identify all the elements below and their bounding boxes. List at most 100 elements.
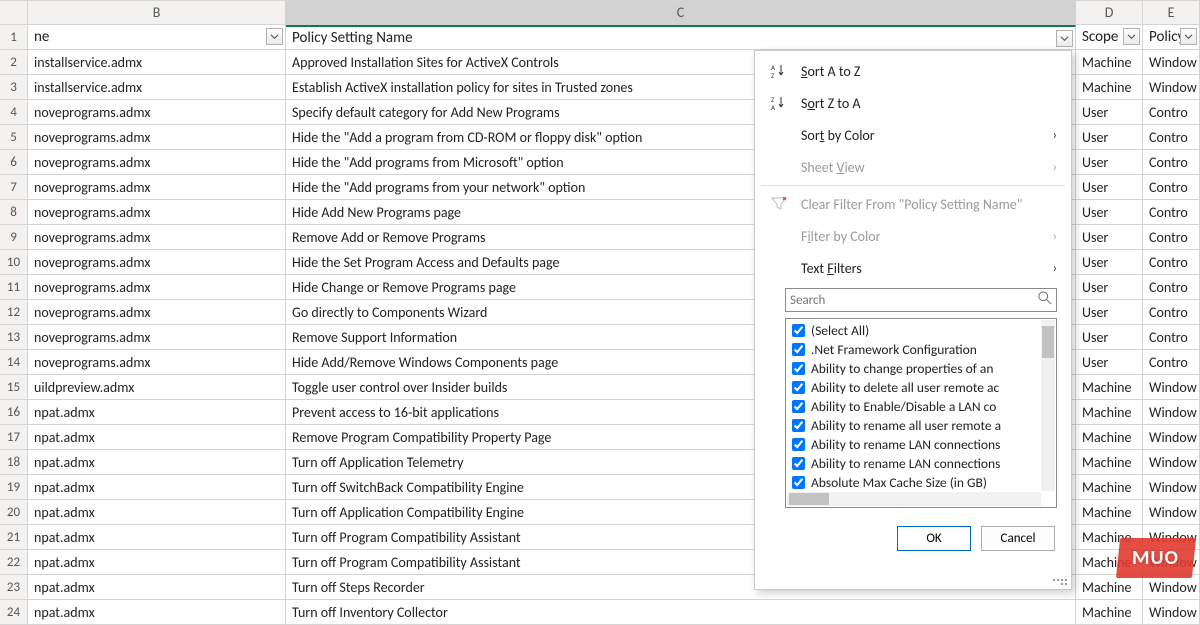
cell[interactable]: installservice.admx (28, 75, 286, 100)
row-header[interactable]: 10 (0, 250, 28, 275)
filter-dropdown-button[interactable] (1056, 30, 1073, 47)
cell[interactable]: Window (1143, 575, 1200, 600)
cell[interactable]: Machine (1076, 375, 1143, 400)
cell[interactable]: Window (1143, 400, 1200, 425)
row-header[interactable]: 24 (0, 600, 28, 625)
row-header[interactable]: 14 (0, 350, 28, 375)
filter-value-checkbox[interactable] (792, 381, 805, 394)
row-header[interactable]: 8 (0, 200, 28, 225)
horizontal-scrollbar[interactable] (787, 492, 1041, 506)
filter-dropdown-button[interactable] (1123, 28, 1140, 45)
cell[interactable]: noveprograms.admx (28, 100, 286, 125)
cell[interactable]: Contro (1143, 200, 1200, 225)
cell[interactable]: User (1076, 100, 1143, 125)
row-header[interactable]: 20 (0, 500, 28, 525)
cell[interactable]: Contro (1143, 325, 1200, 350)
cell[interactable]: Contro (1143, 225, 1200, 250)
cell[interactable]: Machine (1076, 500, 1143, 525)
cell[interactable]: User (1076, 175, 1143, 200)
cell[interactable]: Window (1143, 75, 1200, 100)
filter-value-checkbox[interactable] (792, 324, 805, 337)
row-header[interactable]: 4 (0, 100, 28, 125)
filter-value-checkbox[interactable] (792, 343, 805, 356)
cell[interactable]: Contro (1143, 250, 1200, 275)
cell[interactable]: Contro (1143, 350, 1200, 375)
cell[interactable]: noveprograms.admx (28, 175, 286, 200)
cell[interactable]: Window (1143, 50, 1200, 75)
row-header[interactable]: 2 (0, 50, 28, 75)
cell[interactable]: npat.admx (28, 575, 286, 600)
cell[interactable]: noveprograms.admx (28, 125, 286, 150)
cell[interactable]: noveprograms.admx (28, 200, 286, 225)
table-header-cell[interactable]: ne (28, 25, 286, 50)
row-header[interactable]: 1 (0, 25, 28, 50)
cell[interactable]: Contro (1143, 175, 1200, 200)
row-header[interactable]: 17 (0, 425, 28, 450)
filter-value-checkbox[interactable] (792, 400, 805, 413)
filter-values-list[interactable]: (Select All).Net Framework Configuration… (785, 318, 1057, 508)
cell[interactable]: Window (1143, 375, 1200, 400)
row-header[interactable]: 22 (0, 550, 28, 575)
cell[interactable]: npat.admx (28, 600, 286, 625)
cell[interactable]: Machine (1076, 575, 1143, 600)
cell[interactable]: Contro (1143, 100, 1200, 125)
cell[interactable]: Machine (1076, 450, 1143, 475)
cell[interactable]: Window (1143, 500, 1200, 525)
filter-value-checkbox[interactable] (792, 438, 805, 451)
row-header[interactable]: 12 (0, 300, 28, 325)
row-header[interactable]: 7 (0, 175, 28, 200)
cell[interactable]: Contro (1143, 150, 1200, 175)
sort-za[interactable]: ZA Sort Z to A (755, 87, 1071, 119)
cell[interactable]: Machine (1076, 475, 1143, 500)
cell[interactable]: Window (1143, 425, 1200, 450)
row-header[interactable]: 3 (0, 75, 28, 100)
cell[interactable]: User (1076, 200, 1143, 225)
cell[interactable]: Turn off Inventory Collector (286, 600, 1076, 625)
filter-value-item[interactable]: Ability to delete all user remote ac (786, 378, 1056, 397)
cell[interactable]: Machine (1076, 50, 1143, 75)
filter-search-input[interactable] (790, 293, 1038, 308)
filter-search-box[interactable] (785, 288, 1057, 312)
cell[interactable]: npat.admx (28, 400, 286, 425)
cell[interactable]: User (1076, 325, 1143, 350)
filter-value-item[interactable]: Ability to rename LAN connections (786, 454, 1056, 473)
cancel-button[interactable]: Cancel (981, 526, 1055, 551)
cell[interactable]: npat.admx (28, 500, 286, 525)
cell[interactable]: Window (1143, 475, 1200, 500)
cell[interactable]: Contro (1143, 275, 1200, 300)
cell[interactable]: installservice.admx (28, 50, 286, 75)
cell[interactable]: User (1076, 250, 1143, 275)
text-filters[interactable]: Text Filters › (755, 252, 1071, 284)
sort-az[interactable]: AZ Sort A to Z (755, 55, 1071, 87)
filter-dropdown-button[interactable] (1180, 28, 1197, 45)
row-header[interactable]: 11 (0, 275, 28, 300)
filter-value-checkbox[interactable] (792, 362, 805, 375)
column-header-B[interactable]: B (28, 0, 286, 25)
cell[interactable]: noveprograms.admx (28, 275, 286, 300)
vertical-scrollbar[interactable] (1041, 320, 1055, 491)
cell[interactable]: npat.admx (28, 425, 286, 450)
ok-button[interactable]: OK (897, 526, 971, 551)
column-header-D[interactable]: D (1076, 0, 1143, 25)
row-header[interactable]: 15 (0, 375, 28, 400)
cell[interactable]: noveprograms.admx (28, 250, 286, 275)
filter-value-item[interactable]: Ability to Enable/Disable a LAN co (786, 397, 1056, 416)
cell[interactable]: Contro (1143, 300, 1200, 325)
row-header[interactable]: 16 (0, 400, 28, 425)
column-header-E[interactable]: E (1143, 0, 1200, 25)
cell[interactable]: noveprograms.admx (28, 300, 286, 325)
row-header[interactable]: 6 (0, 150, 28, 175)
row-header[interactable]: 13 (0, 325, 28, 350)
filter-value-checkbox[interactable] (792, 457, 805, 470)
row-header[interactable]: 9 (0, 225, 28, 250)
cell[interactable]: Machine (1076, 400, 1143, 425)
cell[interactable]: User (1076, 225, 1143, 250)
row-header[interactable]: 21 (0, 525, 28, 550)
cell[interactable]: User (1076, 350, 1143, 375)
cell[interactable]: Machine (1076, 75, 1143, 100)
sort-by-color[interactable]: Sort by Color › (755, 119, 1071, 151)
filter-value-item[interactable]: Ability to rename all user remote a (786, 416, 1056, 435)
cell[interactable]: User (1076, 125, 1143, 150)
filter-value-item[interactable]: Ability to change properties of an (786, 359, 1056, 378)
cell[interactable]: noveprograms.admx (28, 350, 286, 375)
